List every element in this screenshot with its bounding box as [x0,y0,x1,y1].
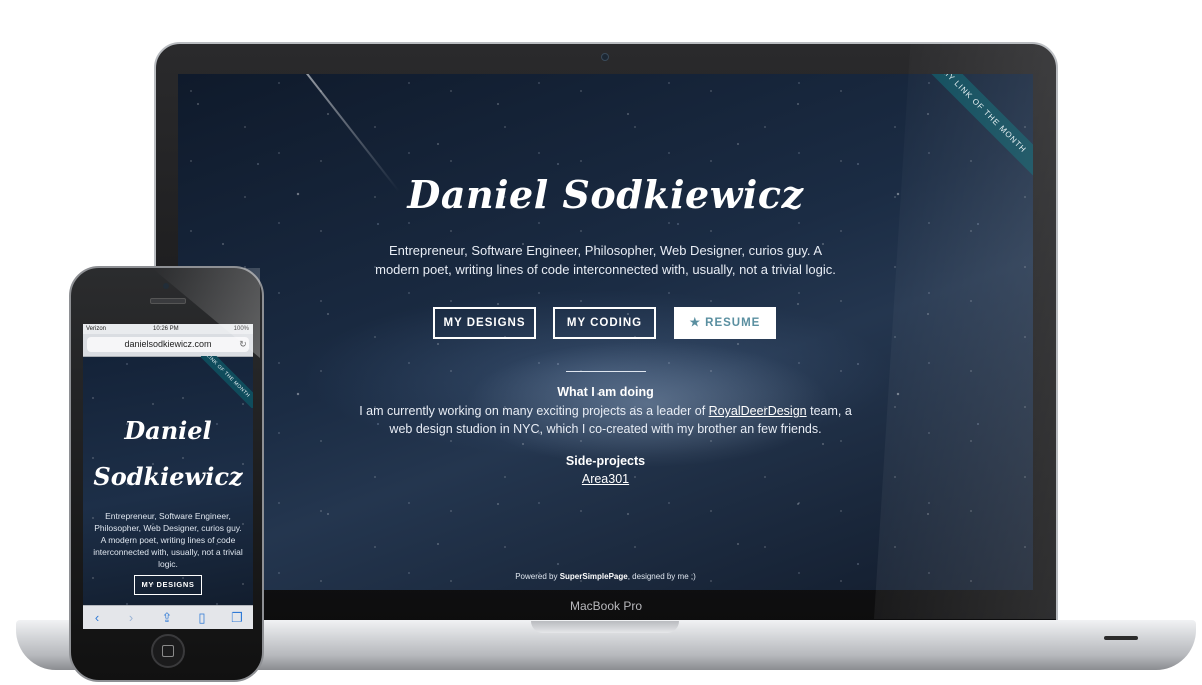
share-icon[interactable]: ⇪ [159,610,175,626]
link-of-the-month-ribbon[interactable]: MY LINK OF THE MONTH [923,74,1033,184]
doing-paragraph: I am currently working on many exciting … [358,402,853,438]
my-coding-button[interactable]: MY CODING [553,307,656,339]
site-footer: Powered by SuperSimplePage, designed by … [178,572,1033,581]
laptop-notch [531,621,679,633]
site-title: Daniel Sodkiewicz [407,172,804,217]
phone-browser-toolbar: ‹ › ⇪ ▯ ❐ [83,605,253,629]
laptop-camera [601,53,609,61]
bookmarks-icon[interactable]: ▯ [194,610,210,626]
laptop-slot [1104,636,1138,640]
footer-prefix: Powered by [515,572,560,581]
status-time: 10:26 PM [153,326,179,332]
phone-ribbon-container: LINK OF THE MONTH [201,356,253,408]
doing-heading: What I am doing [557,385,654,399]
area301-link[interactable]: Area301 [582,472,629,486]
royaldeerdesign-link[interactable]: RoyalDeerDesign [709,404,807,418]
phone-camera [163,283,169,289]
tabs-icon[interactable]: ❐ [229,610,245,626]
url-field[interactable]: danielsodkiewicz.com [87,337,249,352]
home-square-icon [162,645,174,657]
reload-icon[interactable]: ↻ [238,337,248,352]
footer-suffix: , designed by me ;) [627,572,696,581]
phone-status-bar: Verizon 10:26 PM 100% [83,324,253,334]
ribbon-container: MY LINK OF THE MONTH [923,74,1033,184]
resume-button[interactable]: ★ RESUME [674,307,776,339]
phone-address-bar: danielsodkiewicz.com ↻ [83,334,253,357]
phone-site-title-line2: Sodkiewicz [93,462,243,491]
phone-link-of-the-month-ribbon[interactable]: LINK OF THE MONTH [201,356,253,408]
forward-icon[interactable]: › [123,610,139,626]
phone-speaker [150,298,186,304]
phone-site-title-line1: Daniel [124,416,212,445]
laptop-model-label: MacBook Pro [569,599,643,613]
phone-my-designs-button[interactable]: MY DESIGNS [134,575,202,595]
phone-screen: Verizon 10:26 PM 100% danielsodkiewicz.c… [83,324,253,629]
back-icon[interactable]: ‹ [89,610,105,626]
side-projects-heading: Side-projects [565,454,646,468]
doing-text-before: I am currently working on many exciting … [359,404,709,418]
side-project-row: Area301 [178,472,1033,486]
my-designs-button[interactable]: MY DESIGNS [433,307,536,339]
section-divider [566,371,646,372]
battery-label: 100% [233,326,249,332]
laptop-screen: MY LINK OF THE MONTH Daniel Sodkiewicz E… [178,74,1033,590]
site-tagline: Entrepreneur, Software Engineer, Philoso… [375,243,836,277]
footer-brand-link[interactable]: SuperSimplePage [560,572,628,581]
carrier-label: Verizon [86,326,107,332]
phone-site-tagline: Entrepreneur, Software Engineer, Philoso… [93,511,243,569]
